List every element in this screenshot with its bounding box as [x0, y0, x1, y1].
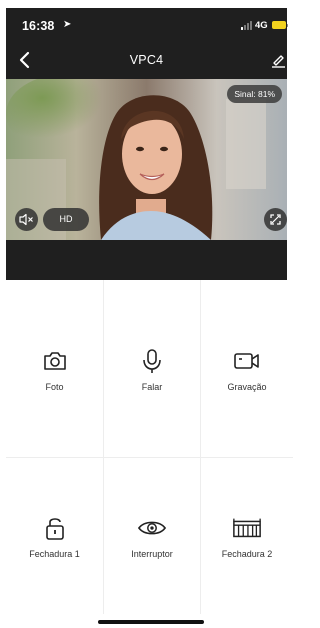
fullscreen-button[interactable] [264, 208, 287, 231]
switch-label: Interruptor [131, 549, 173, 559]
cell-signal-icon [241, 21, 255, 30]
hd-quality-button[interactable]: HD [43, 208, 89, 231]
home-indicator[interactable] [98, 620, 204, 624]
pencil-icon[interactable] [270, 52, 286, 68]
speaker-muted-icon [19, 213, 33, 226]
location-arrow-icon: ➤ [63, 19, 72, 30]
network-type: 4G [255, 20, 268, 31]
talk-label: Falar [141, 381, 163, 392]
video-camera-icon [232, 346, 262, 376]
status-bar: 16:38 ➤ 4G [6, 8, 288, 38]
record-label: Gravação [227, 381, 267, 392]
lock-1-button[interactable]: Fechadura 1 [6, 458, 103, 614]
eye-icon [137, 513, 167, 543]
lock-2-button[interactable]: Fechadura 2 [201, 458, 293, 614]
lock-1-label: Fechadura 1 [29, 549, 80, 559]
switch-button[interactable]: Interruptor [104, 458, 200, 614]
intercom-screen: 16:38 ➤ 4G VPC4 Sinal: 81% HD Foto Falar… [0, 0, 293, 628]
fullscreen-icon [270, 214, 281, 225]
signal-badge: Sinal: 81% [227, 85, 282, 103]
camera-icon [40, 346, 70, 376]
mute-button[interactable] [15, 208, 38, 231]
action-grid: Foto Falar Gravação Fechadura 1 Interrup… [6, 280, 293, 614]
nav-bar: VPC4 [6, 40, 287, 80]
photo-label: Foto [45, 381, 64, 392]
record-button[interactable]: Gravação [201, 280, 293, 457]
camera-feed[interactable]: Sinal: 81% HD [6, 79, 287, 240]
microphone-icon [137, 346, 167, 376]
lock-2-label: Fechadura 2 [221, 549, 273, 559]
battery-icon [272, 21, 288, 29]
status-time: 16:38 [22, 19, 55, 33]
gate-icon [232, 513, 262, 543]
photo-button[interactable]: Foto [6, 280, 103, 457]
talk-button[interactable]: Falar [104, 280, 200, 457]
padlock-icon [40, 513, 70, 543]
page-title: VPC4 [129, 53, 164, 67]
